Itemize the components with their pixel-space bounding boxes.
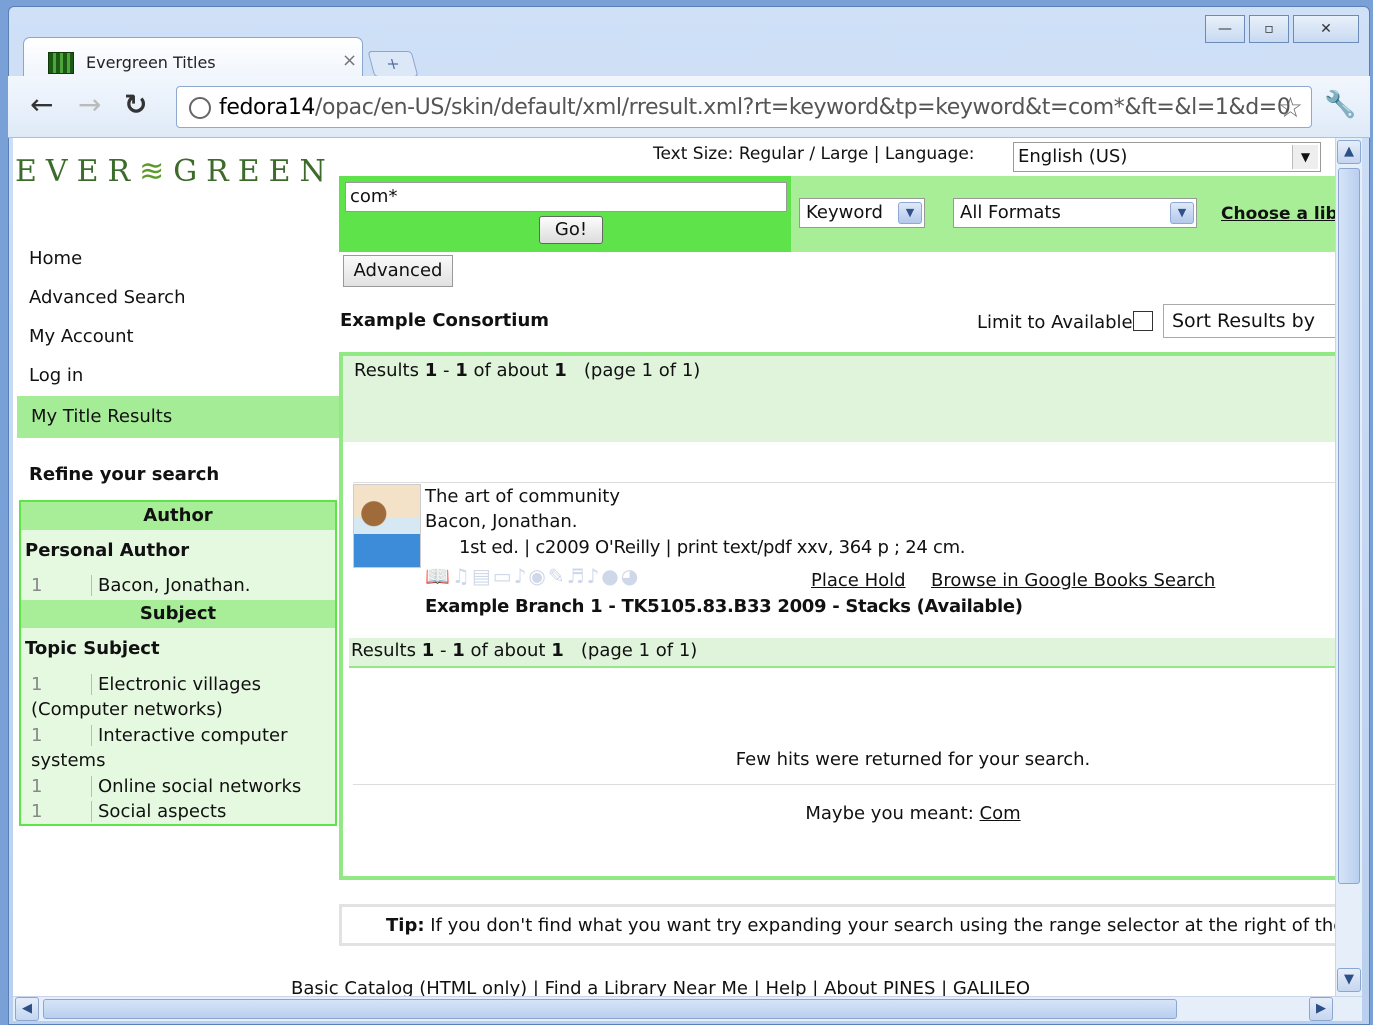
divider xyxy=(353,482,1335,483)
go-button[interactable]: Go! xyxy=(539,216,603,244)
tip-box: Tip: If you don't find what you want try… xyxy=(339,904,1335,946)
new-tab-button[interactable]: + xyxy=(367,51,419,77)
results-summary-bottom: Results 1 - 1 of about 1 (page 1 of 1) xyxy=(351,640,698,661)
back-arrow-icon[interactable]: ← xyxy=(30,90,53,120)
facet-row[interactable]: 1 Social aspects xyxy=(31,799,331,824)
refine-title: Refine your search xyxy=(29,464,220,485)
tab-close-icon[interactable]: × xyxy=(342,50,357,71)
facet-box: Author Personal Author 1 Bacon, Jonathan.… xyxy=(19,500,337,826)
scroll-down-icon[interactable]: ▼ xyxy=(1337,968,1361,992)
divider xyxy=(353,784,1335,785)
address-bar[interactable]: fedora14/opac/en-US/skin/default/xml/rre… xyxy=(176,86,1312,128)
url-text: fedora14/opac/en-US/skin/default/xml/rre… xyxy=(219,95,1291,120)
facet-personal-author: Personal Author xyxy=(25,540,190,561)
nav-advanced-search-link[interactable]: Advanced Search xyxy=(29,287,185,308)
limit-to-available[interactable]: Limit to Available xyxy=(977,311,1153,333)
nav-login-link[interactable]: Log in xyxy=(29,365,83,386)
nav-home-link[interactable]: Home xyxy=(29,248,82,269)
evergreen-favicon-icon xyxy=(48,52,74,74)
place-hold-link[interactable]: Place Hold xyxy=(811,570,906,591)
globe-icon xyxy=(189,97,211,119)
facet-row[interactable]: 1 Interactive computer systems xyxy=(31,723,331,773)
search-input[interactable]: com* xyxy=(345,182,787,212)
horizontal-scrollbar[interactable]: ◀ ▶ xyxy=(13,996,1362,1021)
few-hits-message: Few hits were returned for your search. xyxy=(735,749,1091,770)
did-you-mean: Maybe you meant: Com xyxy=(805,803,1021,824)
format-value: All Formats xyxy=(960,202,1061,223)
bookmark-star-icon[interactable]: ☆ xyxy=(1278,91,1303,124)
facet-row[interactable]: 1 Electronic villages (Computer networks) xyxy=(31,672,331,722)
leaf-icon: ≋ xyxy=(139,154,174,189)
evergreen-logo: EVER≋GREEN xyxy=(15,154,335,189)
results-footer-bar: Results 1 - 1 of about 1 (page 1 of 1) xyxy=(349,638,1335,668)
results-panel: Results 1 - 1 of about 1 (page 1 of 1) T… xyxy=(339,352,1335,880)
chevron-down-icon: ▼ xyxy=(898,202,922,224)
text-size-language-line: Text Size: Regular / Large | Language: xyxy=(653,144,975,164)
record-holdings: Example Branch 1 - TK5105.83.B33 2009 - … xyxy=(425,596,1023,617)
nav-my-account-link[interactable]: My Account xyxy=(29,326,134,347)
chevron-down-icon: ▼ xyxy=(1292,145,1318,169)
close-window-button[interactable]: ✕ xyxy=(1293,15,1359,43)
facet-subject-header: Subject xyxy=(21,600,335,628)
advanced-button[interactable]: Advanced xyxy=(343,255,453,287)
book-icon: 📖 xyxy=(425,564,452,588)
record-details: 1st ed. | c2009 O'Reilly | print text/pd… xyxy=(459,537,966,558)
record-author[interactable]: Bacon, Jonathan. xyxy=(425,511,578,532)
scroll-up-icon[interactable]: ▲ xyxy=(1337,140,1361,164)
facet-topic-subject: Topic Subject xyxy=(25,638,160,659)
record-title[interactable]: The art of community xyxy=(425,486,620,507)
forward-arrow-icon[interactable]: → xyxy=(78,90,101,120)
suggestion-link[interactable]: Com xyxy=(980,803,1021,824)
chevron-down-icon: ▼ xyxy=(1170,202,1194,224)
wrench-icon[interactable]: 🔧 xyxy=(1324,90,1356,120)
google-books-link[interactable]: Browse in Google Books Search xyxy=(931,570,1215,591)
scroll-left-icon[interactable]: ◀ xyxy=(15,997,39,1021)
facet-row[interactable]: 1 Online social networks xyxy=(31,774,331,799)
org-name: Example Consortium xyxy=(340,310,550,331)
results-summary-top: Results 1 - 1 of about 1 (page 1 of 1) xyxy=(354,360,701,381)
format-icons: 📖♫▤▭♪◉✎♬♪●◕ xyxy=(425,564,640,588)
format-select[interactable]: All Formats ▼ xyxy=(953,198,1197,228)
maximize-button[interactable]: ▫ xyxy=(1249,15,1289,43)
minimize-button[interactable]: — xyxy=(1205,15,1245,43)
browser-toolbar: ← → ↻ fedora14/opac/en-US/skin/default/x… xyxy=(8,76,1370,138)
choose-library-link[interactable]: Choose a lib xyxy=(1221,204,1335,224)
sort-select[interactable]: Sort Results by xyxy=(1163,304,1335,338)
limit-checkbox[interactable] xyxy=(1132,311,1153,331)
tab-title: Evergreen Titles xyxy=(86,53,216,72)
nav-my-title-results-label: My Title Results xyxy=(31,406,173,427)
vertical-scrollbar[interactable]: ▲ ▼ xyxy=(1335,138,1362,996)
vertical-scroll-thumb[interactable] xyxy=(1338,168,1360,884)
reload-icon[interactable]: ↻ xyxy=(124,90,147,120)
facet-row[interactable]: 1 Bacon, Jonathan. xyxy=(31,573,331,598)
language-value: English (US) xyxy=(1018,146,1128,167)
scroll-right-icon[interactable]: ▶ xyxy=(1309,997,1333,1021)
facet-author-header: Author xyxy=(21,502,335,530)
page-viewport: EVER≋GREEN Text Size: Regular / Large | … xyxy=(13,138,1335,996)
language-select[interactable]: English (US) ▼ xyxy=(1013,142,1321,172)
footer-links[interactable]: Basic Catalog (HTML only) | Find a Libra… xyxy=(291,978,1030,996)
nav-my-title-results[interactable]: My Title Results xyxy=(17,396,339,438)
search-type-value: Keyword xyxy=(806,202,883,223)
format-icons-inactive: ♫▤▭♪◉✎♬♪●◕ xyxy=(451,564,641,588)
book-cover-image[interactable] xyxy=(353,484,421,568)
search-type-select[interactable]: Keyword ▼ xyxy=(799,198,925,228)
horizontal-scroll-thumb[interactable] xyxy=(43,999,1177,1019)
